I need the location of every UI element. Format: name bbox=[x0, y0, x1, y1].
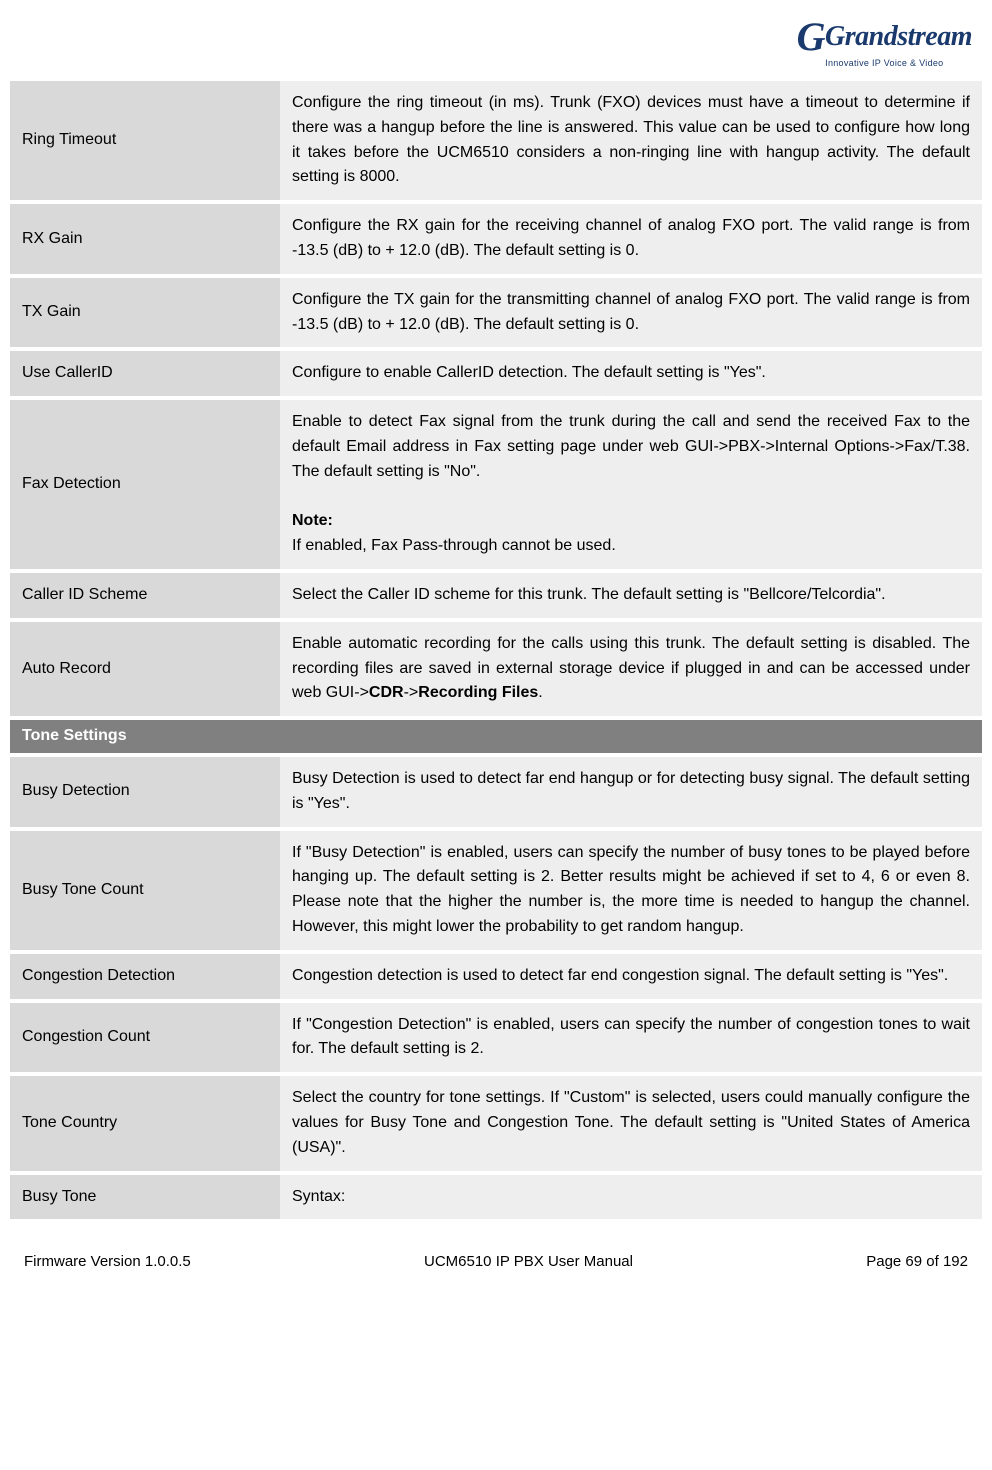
label-busy-tone: Busy Tone bbox=[10, 1175, 280, 1220]
desc-ring-timeout: Configure the ring timeout (in ms). Trun… bbox=[280, 81, 982, 200]
row-tone-country: Tone Country Select the country for tone… bbox=[10, 1076, 982, 1170]
label-fax-detection: Fax Detection bbox=[10, 400, 280, 569]
desc-busy-tone: Syntax: bbox=[280, 1175, 982, 1220]
row-tx-gain: TX Gain Configure the TX gain for the tr… bbox=[10, 278, 982, 348]
label-caller-id-scheme: Caller ID Scheme bbox=[10, 573, 280, 618]
row-congestion-count: Congestion Count If "Congestion Detectio… bbox=[10, 1003, 982, 1073]
desc-tone-country: Select the country for tone settings. If… bbox=[280, 1076, 982, 1170]
row-rx-gain: RX Gain Configure the RX gain for the re… bbox=[10, 204, 982, 274]
desc-fax-main: Enable to detect Fax signal from the tru… bbox=[292, 413, 970, 480]
label-auto-record: Auto Record bbox=[10, 622, 280, 716]
desc-congestion-count: If "Congestion Detection" is enabled, us… bbox=[280, 1003, 982, 1073]
settings-table: Ring Timeout Configure the ring timeout … bbox=[10, 77, 982, 1223]
label-use-callerid: Use CallerID bbox=[10, 351, 280, 396]
note-body: If enabled, Fax Pass-through cannot be u… bbox=[292, 537, 616, 554]
section-title: Tone Settings bbox=[10, 720, 982, 753]
label-ring-timeout: Ring Timeout bbox=[10, 81, 280, 200]
brand-logo: GGrandstream Innovative IP Voice & Video bbox=[10, 15, 982, 71]
desc-busy-tone-count: If "Busy Detection" is enabled, users ca… bbox=[280, 831, 982, 950]
desc-congestion-detection: Congestion detection is used to detect f… bbox=[280, 954, 982, 999]
row-fax-detection: Fax Detection Enable to detect Fax signa… bbox=[10, 400, 982, 569]
label-congestion-count: Congestion Count bbox=[10, 1003, 280, 1073]
page-footer: Firmware Version 1.0.0.5 UCM6510 IP PBX … bbox=[10, 1223, 982, 1270]
row-busy-detection: Busy Detection Busy Detection is used to… bbox=[10, 757, 982, 827]
footer-title: UCM6510 IP PBX User Manual bbox=[424, 1253, 633, 1270]
row-congestion-detection: Congestion Detection Congestion detectio… bbox=[10, 954, 982, 999]
label-congestion-detection: Congestion Detection bbox=[10, 954, 280, 999]
auto-record-bold1: CDR bbox=[369, 684, 404, 701]
row-use-callerid: Use CallerID Configure to enable CallerI… bbox=[10, 351, 982, 396]
row-caller-id-scheme: Caller ID Scheme Select the Caller ID sc… bbox=[10, 573, 982, 618]
desc-fax-detection: Enable to detect Fax signal from the tru… bbox=[280, 400, 982, 569]
label-busy-detection: Busy Detection bbox=[10, 757, 280, 827]
desc-caller-id-scheme: Select the Caller ID scheme for this tru… bbox=[280, 573, 982, 618]
auto-record-post: . bbox=[538, 684, 542, 701]
row-auto-record: Auto Record Enable automatic recording f… bbox=[10, 622, 982, 716]
note-title: Note: bbox=[292, 512, 333, 529]
row-busy-tone-count: Busy Tone Count If "Busy Detection" is e… bbox=[10, 831, 982, 950]
desc-busy-detection: Busy Detection is used to detect far end… bbox=[280, 757, 982, 827]
row-ring-timeout: Ring Timeout Configure the ring timeout … bbox=[10, 81, 982, 200]
desc-rx-gain: Configure the RX gain for the receiving … bbox=[280, 204, 982, 274]
brand-name: Grandstream bbox=[825, 21, 972, 52]
label-tone-country: Tone Country bbox=[10, 1076, 280, 1170]
desc-use-callerid: Configure to enable CallerID detection. … bbox=[280, 351, 982, 396]
label-busy-tone-count: Busy Tone Count bbox=[10, 831, 280, 950]
auto-record-mid: -> bbox=[404, 684, 419, 701]
label-tx-gain: TX Gain bbox=[10, 278, 280, 348]
row-busy-tone: Busy Tone Syntax: bbox=[10, 1175, 982, 1220]
footer-page: Page 69 of 192 bbox=[866, 1253, 968, 1270]
footer-version: Firmware Version 1.0.0.5 bbox=[24, 1253, 191, 1270]
label-rx-gain: RX Gain bbox=[10, 204, 280, 274]
desc-tx-gain: Configure the TX gain for the transmitti… bbox=[280, 278, 982, 348]
section-tone-settings: Tone Settings bbox=[10, 720, 982, 753]
desc-auto-record: Enable automatic recording for the calls… bbox=[280, 622, 982, 716]
auto-record-bold2: Recording Files bbox=[418, 684, 538, 701]
